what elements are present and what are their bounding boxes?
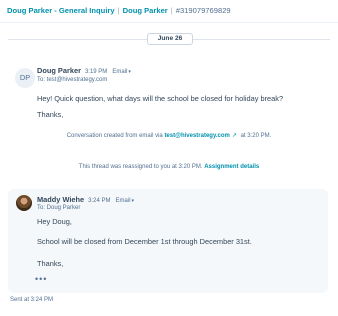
message-header: Doug Parker 3:19 PM Email▾ [37, 66, 131, 75]
header-separator: | [117, 6, 120, 15]
contact-link[interactable]: Doug Parker [123, 6, 168, 15]
assignment-details-link[interactable]: Assignment details [204, 164, 259, 170]
note-suffix: at 3:20 PM. [240, 133, 272, 139]
channel-label: Email [115, 198, 131, 204]
sender-name: Doug Parker [37, 66, 81, 75]
message-time: 3:19 PM [84, 69, 108, 75]
avatar [16, 195, 32, 211]
ticket-id: #319079769829 [175, 6, 231, 15]
message-greeting: Hey Doug, [37, 217, 72, 226]
channel-dropdown[interactable]: Email▾ [116, 198, 135, 204]
note-prefix: Conversation created from email via [66, 133, 163, 139]
date-divider: June 26 [0, 32, 338, 46]
reassigned-text: This thread was reassigned to you at 3:2… [78, 164, 203, 170]
inbox-email-link[interactable]: test@hivestrategy.com [164, 133, 229, 139]
date-pill: June 26 [147, 33, 193, 45]
message-signoff: Thanks, [37, 110, 64, 119]
message-body: School will be closed from December 1st … [37, 237, 252, 246]
show-more-ellipsis-icon[interactable]: ••• [35, 275, 47, 284]
conversation-created-note: Conversation created from email via test… [0, 132, 338, 139]
reassigned-note: This thread was reassigned to you at 3:2… [0, 164, 338, 170]
header-separator-2: | [170, 6, 173, 15]
channel-dropdown[interactable]: Email▾ [112, 69, 131, 75]
avatar: DP [15, 68, 35, 88]
sent-status: Sent at 3:24 PM [10, 297, 54, 303]
chevron-down-icon: ▾ [131, 198, 135, 204]
conversation-header: Doug Parker - General Inquiry | Doug Parke… [0, 0, 338, 24]
sender-name: Maddy Wiehe [37, 195, 85, 204]
external-link-icon[interactable]: ↗ [232, 133, 237, 139]
conversation-title-link[interactable]: Doug Parker - General Inquiry [7, 6, 115, 15]
recipient-line: To: test@hivestrategy.com [37, 77, 108, 83]
message-time: 3:24 PM [88, 198, 111, 204]
channel-label: Email [112, 69, 128, 75]
message-body: Hey! Quick question, what days will the … [37, 94, 284, 103]
reply-message-card: Maddy Wiehe 3:24 PM Email▾ To: Doug Parker… [8, 189, 328, 293]
header-divider [0, 22, 338, 23]
message-header: Maddy Wiehe 3:24 PM Email▾ [37, 195, 134, 204]
chevron-down-icon: ▾ [128, 69, 131, 75]
message-signoff: Thanks, [37, 259, 64, 268]
recipient-line: To: Doug Parker [37, 205, 81, 211]
